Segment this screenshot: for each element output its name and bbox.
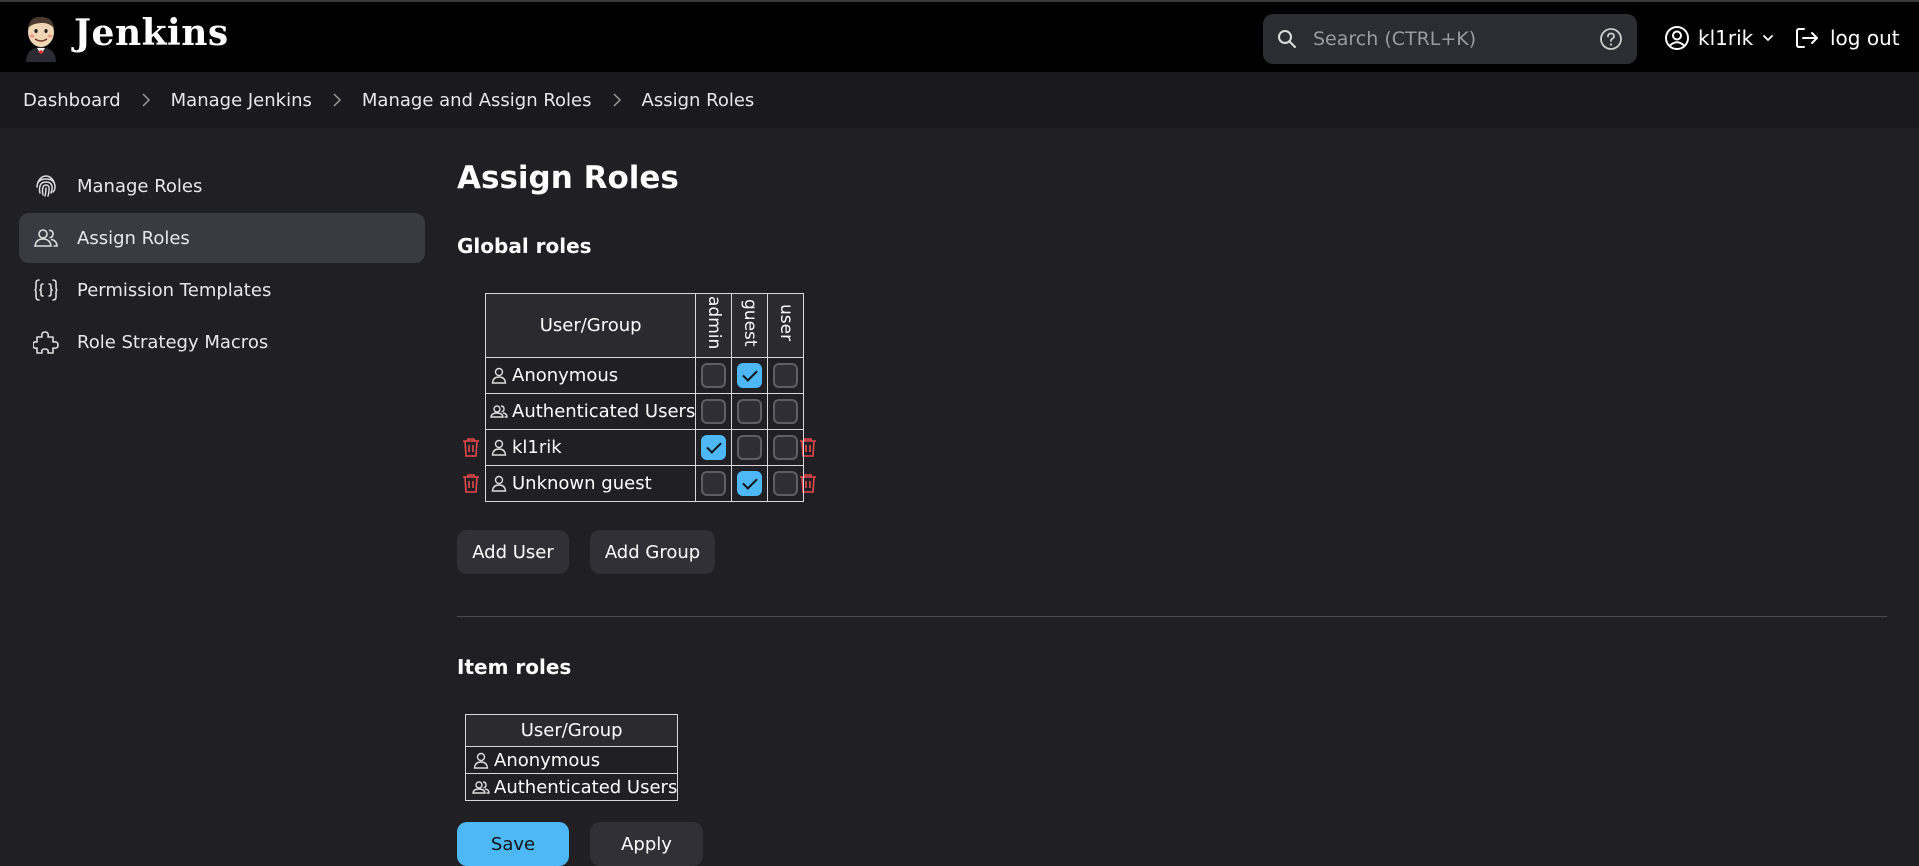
chevron-down-icon bbox=[1763, 35, 1774, 42]
chevron-right-icon bbox=[612, 93, 621, 107]
table-row: Unknown guest bbox=[484, 465, 805, 502]
group-cell: Authenticated Users bbox=[484, 393, 697, 430]
save-button[interactable]: Save bbox=[457, 822, 569, 866]
sidebar-item-label: Manage Roles bbox=[77, 175, 203, 197]
breadcrumb-manage-jenkins[interactable]: Manage Jenkins bbox=[171, 90, 312, 111]
users-icon bbox=[34, 229, 58, 247]
logout-label: log out bbox=[1830, 26, 1900, 50]
column-header-admin: admin bbox=[695, 293, 733, 358]
breadcrumb-assign-roles[interactable]: Assign Roles bbox=[642, 90, 755, 111]
puzzle-icon bbox=[33, 331, 59, 354]
logout-link[interactable]: log out bbox=[1794, 22, 1900, 54]
global-roles-table: User/Group admin guest user Anonymous Au… bbox=[484, 293, 805, 502]
item-roles-table: User/Group Anonymous Authenticated Users bbox=[464, 714, 679, 801]
chevron-right-icon bbox=[333, 93, 341, 107]
table-row: kl1rik bbox=[484, 429, 805, 466]
table-row: Anonymous bbox=[484, 357, 805, 394]
sidebar-item-label: Assign Roles bbox=[77, 227, 190, 249]
search-icon bbox=[1278, 30, 1296, 48]
section-divider bbox=[457, 616, 1887, 617]
username-label: kl1rik bbox=[1698, 26, 1754, 50]
role-checkbox[interactable] bbox=[701, 471, 727, 496]
apply-button[interactable]: Apply bbox=[590, 822, 703, 866]
role-checkbox[interactable] bbox=[737, 363, 763, 388]
page-title: Assign Roles bbox=[457, 160, 679, 196]
item-roles-title: Item roles bbox=[457, 655, 572, 679]
braces-icon bbox=[34, 279, 58, 301]
role-checkbox[interactable] bbox=[773, 399, 799, 424]
role-checkbox[interactable] bbox=[737, 435, 763, 460]
logout-icon bbox=[1796, 28, 1818, 48]
user-cell: Anonymous bbox=[484, 357, 697, 394]
help-icon[interactable] bbox=[1599, 27, 1623, 51]
delete-row-icon[interactable] bbox=[462, 473, 480, 493]
role-checkbox[interactable] bbox=[773, 363, 799, 388]
user-cell: kl1rik bbox=[484, 429, 697, 466]
table-row: Authenticated Users bbox=[464, 773, 679, 801]
role-checkbox[interactable] bbox=[773, 471, 799, 496]
role-checkbox[interactable] bbox=[773, 435, 799, 460]
user-icon bbox=[491, 475, 507, 492]
sidebar-item-manage-roles[interactable]: Manage Roles bbox=[19, 161, 425, 211]
role-checkbox[interactable] bbox=[701, 399, 727, 424]
search-box[interactable] bbox=[1263, 14, 1637, 64]
sidebar-item-assign-roles[interactable]: Assign Roles bbox=[19, 213, 425, 263]
table-row: Anonymous bbox=[464, 746, 679, 774]
role-checkbox[interactable] bbox=[701, 363, 727, 388]
global-roles-title: Global roles bbox=[457, 234, 592, 258]
breadcrumb: Dashboard Manage Jenkins Manage and Assi… bbox=[0, 72, 1919, 128]
column-header-user-group: User/Group bbox=[484, 293, 697, 358]
sidebar-item-permission-templates[interactable]: Permission Templates bbox=[19, 265, 425, 315]
user-icon bbox=[491, 367, 507, 384]
top-header: Jenkins kl1rik log out bbox=[0, 0, 1919, 72]
table-row: Authenticated Users bbox=[484, 393, 805, 430]
sidebar-item-label: Permission Templates bbox=[77, 279, 272, 301]
user-menu[interactable]: kl1rik bbox=[1664, 22, 1775, 54]
user-cell: Unknown guest bbox=[484, 465, 697, 502]
group-icon bbox=[490, 405, 508, 418]
fingerprint-icon bbox=[36, 175, 56, 197]
role-checkbox[interactable] bbox=[701, 435, 727, 460]
user-icon bbox=[473, 752, 489, 769]
role-checkbox[interactable] bbox=[737, 471, 763, 496]
role-checkbox[interactable] bbox=[737, 399, 763, 424]
sidebar-item-label: Role Strategy Macros bbox=[77, 331, 269, 353]
delete-row-icon[interactable] bbox=[462, 437, 480, 457]
add-user-button[interactable]: Add User bbox=[457, 530, 569, 574]
column-header-guest: guest bbox=[731, 293, 769, 358]
column-header-user: user bbox=[767, 293, 805, 358]
breadcrumb-dashboard[interactable]: Dashboard bbox=[23, 90, 121, 111]
search-input[interactable] bbox=[1313, 22, 1583, 56]
group-icon bbox=[472, 780, 490, 794]
sidebar: Manage Roles Assign Roles Permission Tem… bbox=[19, 161, 425, 369]
brand-name[interactable]: Jenkins bbox=[74, 12, 229, 54]
user-avatar-icon bbox=[1665, 26, 1689, 50]
user-icon bbox=[491, 439, 507, 456]
breadcrumb-manage-assign-roles[interactable]: Manage and Assign Roles bbox=[362, 90, 592, 111]
jenkins-logo-icon[interactable] bbox=[22, 14, 60, 62]
sidebar-item-role-strategy-macros[interactable]: Role Strategy Macros bbox=[19, 317, 425, 367]
add-group-button[interactable]: Add Group bbox=[590, 530, 715, 574]
column-header-user-group: User/Group bbox=[464, 714, 679, 747]
group-cell: Authenticated Users bbox=[464, 773, 679, 801]
chevron-right-icon bbox=[142, 93, 150, 107]
user-cell: Anonymous bbox=[464, 746, 679, 774]
